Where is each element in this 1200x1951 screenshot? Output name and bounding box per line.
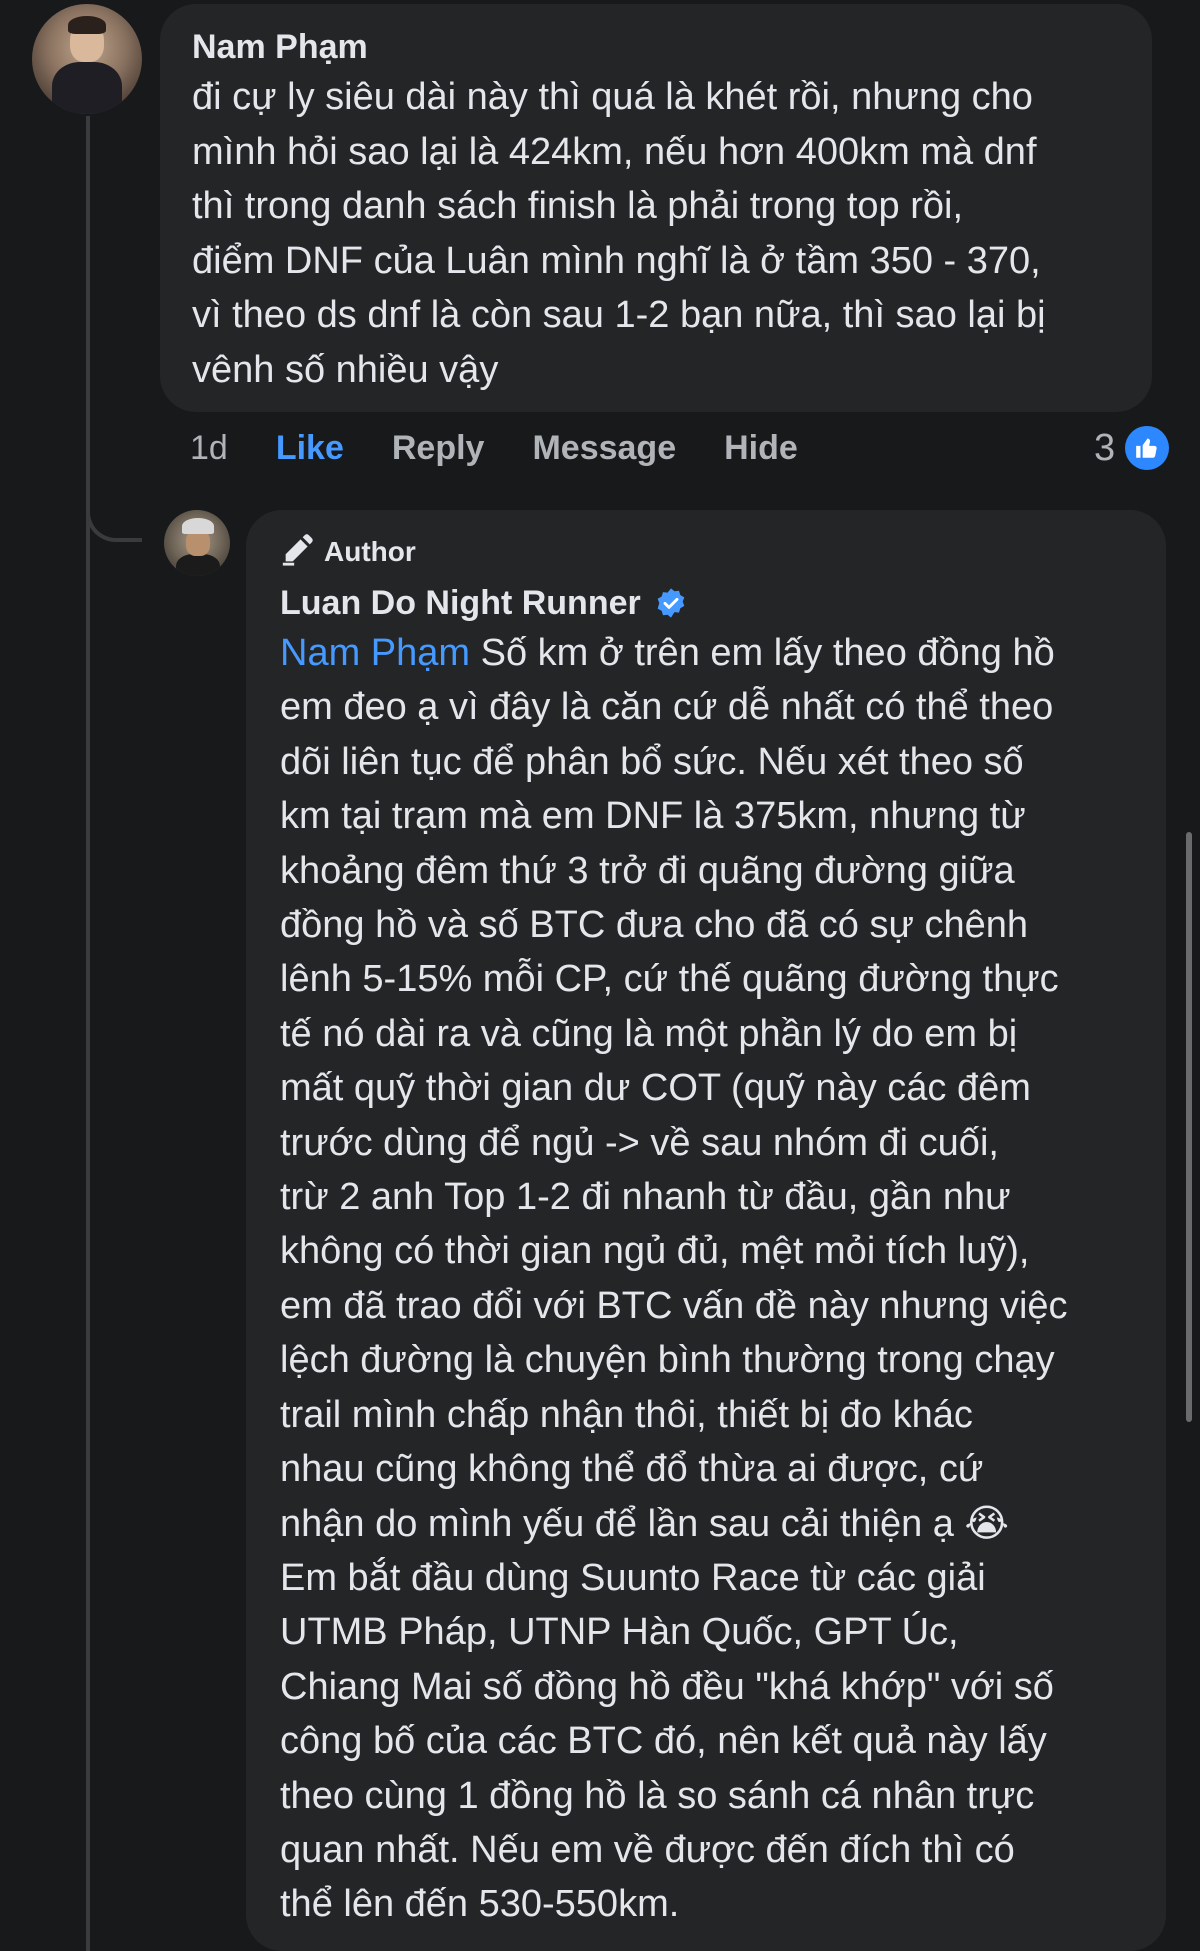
author-badge-label: Author xyxy=(324,536,416,567)
pencil-icon xyxy=(280,533,314,572)
comment-thread: Nam Phạm đi cự ly siêu dài này thì quá l… xyxy=(0,0,1200,1951)
comment-text: đi cự ly siêu dài này thì quá là khét rồ… xyxy=(192,76,1046,391)
reply-button[interactable]: Reply xyxy=(392,429,485,468)
reply-author-name[interactable]: Luan Do Night Runner xyxy=(280,580,641,626)
reply-author-avatar[interactable] xyxy=(164,510,230,576)
reaction-count: 3 xyxy=(1094,426,1116,469)
thread-connector-line xyxy=(86,116,90,1951)
reaction-summary[interactable]: 3 xyxy=(1094,420,1170,476)
mention-link[interactable]: Nam Phạm xyxy=(280,632,470,674)
hide-button[interactable]: Hide xyxy=(724,429,798,468)
thumbs-up-icon xyxy=(1125,426,1170,470)
comment-bubble: Nam Phạm đi cự ly siêu dài này thì quá l… xyxy=(160,4,1152,412)
reply-body: Số km ở trên em lấy theo đồng hồ em đeo … xyxy=(280,632,1068,1926)
reply-text: Nam Phạm Số km ở trên em lấy theo đồng h… xyxy=(280,626,1136,1932)
commenter-avatar[interactable] xyxy=(32,4,142,114)
author-badge: Author xyxy=(280,530,1136,574)
like-button[interactable]: Like xyxy=(276,429,344,468)
thread-reply-connector xyxy=(86,460,142,542)
scrollbar[interactable] xyxy=(1186,832,1192,1422)
reply-bubble: Author Luan Do Night Runner Nam Phạm Số … xyxy=(246,510,1166,1951)
comment-timestamp[interactable]: 1d xyxy=(190,429,228,468)
comment-action-bar: 1d Like Reply Message Hide xyxy=(190,420,846,476)
verified-badge-icon xyxy=(655,587,687,619)
commenter-name[interactable]: Nam Phạm xyxy=(192,24,1122,70)
message-button[interactable]: Message xyxy=(532,429,676,468)
